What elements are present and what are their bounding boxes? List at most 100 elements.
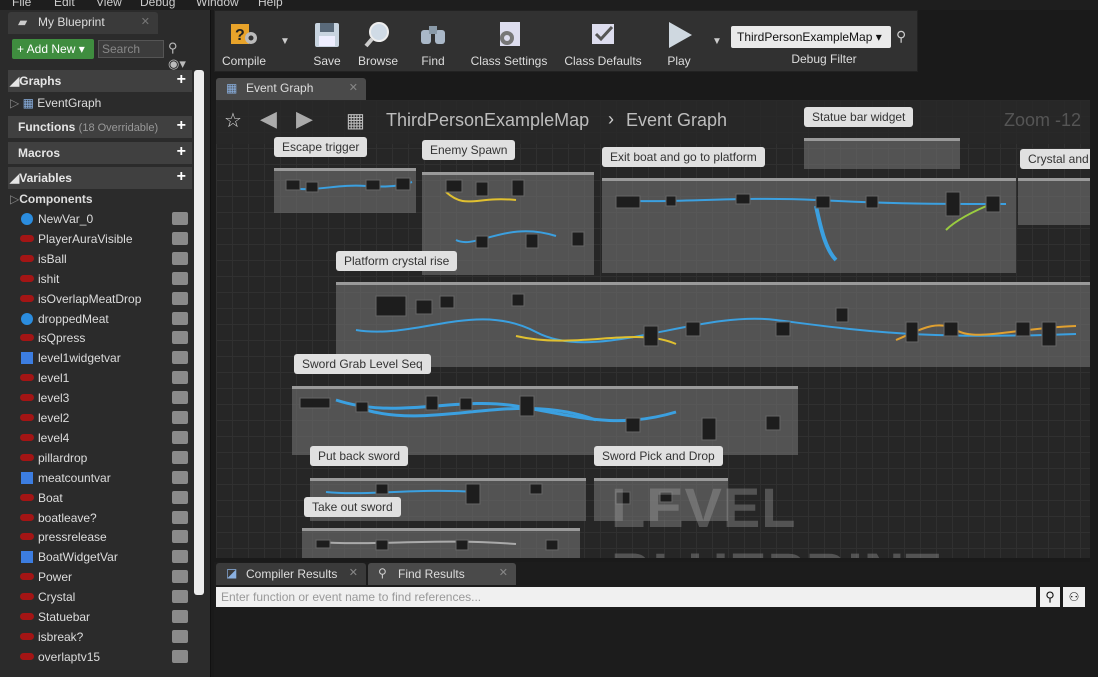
macros-section-header[interactable]: Macros +	[8, 142, 192, 164]
find-button[interactable]: Find	[412, 14, 454, 72]
visibility-eye-icon[interactable]	[172, 610, 188, 623]
visibility-eye-icon[interactable]	[172, 351, 188, 365]
class-defaults-button[interactable]: Class Defaults	[560, 14, 646, 72]
variable-item[interactable]: isBall	[18, 249, 190, 269]
close-icon[interactable]: ✕	[349, 566, 358, 579]
comment-escape-trigger[interactable]: Escape trigger	[274, 137, 368, 157]
comment-sword-pick-drop[interactable]: Sword Pick and Drop	[594, 446, 723, 466]
comment-sword-grab[interactable]: Sword Grab Level Seq	[294, 354, 431, 374]
find-references-input[interactable]: Enter function or event name to find ref…	[216, 587, 1036, 607]
visibility-eye-icon[interactable]	[172, 510, 188, 524]
view-options-icon[interactable]: ⚲ ◉▾	[168, 40, 198, 71]
comment-crystal[interactable]: Crystal and	[1020, 149, 1090, 169]
visibility-eye-icon[interactable]	[172, 411, 188, 424]
comment-put-back-sword[interactable]: Put back sword	[310, 446, 409, 466]
visibility-eye-icon[interactable]	[172, 212, 188, 225]
visibility-eye-icon[interactable]	[172, 450, 188, 464]
variable-item[interactable]: isQpress	[18, 328, 190, 348]
components-header[interactable]: ▷Components	[10, 192, 93, 206]
variable-item[interactable]: level3	[18, 388, 190, 408]
variable-item[interactable]: Crystal	[18, 587, 190, 607]
variable-item[interactable]: droppedMeat	[18, 309, 190, 329]
debug-search-icon[interactable]: ⚲	[896, 28, 906, 45]
debug-filter-dropdown[interactable]: ThirdPersonExampleMap ▾	[731, 26, 891, 48]
search-input[interactable]: Search	[98, 40, 164, 58]
variable-item[interactable]: PlayerAuraVisible	[18, 229, 190, 249]
comment-statue-bar[interactable]: Statue bar widget	[804, 107, 914, 127]
visibility-eye-icon[interactable]	[172, 530, 188, 544]
variable-item[interactable]: ishit	[18, 269, 190, 289]
my-blueprint-tab[interactable]: ▰ My Blueprint ✕	[8, 12, 158, 34]
visibility-eye-icon[interactable]	[172, 590, 188, 604]
compile-dropdown-icon[interactable]: ▼	[280, 36, 290, 47]
add-function-icon[interactable]: +	[177, 117, 186, 135]
visibility-eye-icon[interactable]	[172, 231, 188, 245]
menu-edit[interactable]: Edit	[54, 0, 75, 9]
play-dropdown-icon[interactable]: ▼	[712, 36, 722, 47]
comment-exit-boat[interactable]: Exit boat and go to platform	[602, 147, 765, 167]
visibility-eye-icon[interactable]	[172, 291, 188, 305]
graph-canvas[interactable]: ☆ ◀ ▶ ▦ ThirdPersonExampleMap › Event Gr…	[216, 100, 1090, 558]
add-graph-icon[interactable]: +	[177, 71, 186, 89]
add-variable-icon[interactable]: +	[177, 168, 186, 186]
variable-item[interactable]: level4	[18, 428, 190, 448]
eventgraph-item[interactable]: ▷ ▦ EventGraph	[10, 96, 101, 110]
variable-item[interactable]: Boat	[18, 488, 190, 508]
class-settings-button[interactable]: Class Settings	[466, 14, 552, 72]
add-new-button[interactable]: + Add New ▾	[12, 39, 94, 59]
search-icon[interactable]: ⚲	[1040, 587, 1060, 607]
visibility-eye-icon[interactable]	[172, 311, 188, 325]
menu-view[interactable]: View	[96, 0, 122, 9]
menu-help[interactable]: Help	[258, 0, 283, 9]
variable-item[interactable]: isOverlapMeatDrop	[18, 289, 190, 309]
close-icon[interactable]: ✕	[349, 81, 358, 94]
compile-button[interactable]: ? Compile	[218, 14, 270, 72]
visibility-eye-icon[interactable]	[172, 251, 188, 265]
tab-compiler-results[interactable]: ◪ Compiler Results ✕	[216, 563, 366, 585]
binoculars-icon[interactable]: ⚇	[1063, 587, 1085, 607]
variable-item[interactable]: meatcountvar	[18, 468, 190, 488]
variable-item[interactable]: overlaptv15	[18, 647, 190, 667]
visibility-eye-icon[interactable]	[172, 629, 188, 643]
browse-button[interactable]: Browse	[354, 14, 402, 72]
add-macro-icon[interactable]: +	[177, 143, 186, 161]
menu-debug[interactable]: Debug	[140, 0, 175, 9]
visibility-eye-icon[interactable]	[172, 490, 188, 504]
visibility-eye-icon[interactable]	[172, 550, 188, 564]
variable-item[interactable]: level1widgetvar	[18, 348, 190, 368]
variable-item[interactable]: Power	[18, 567, 190, 587]
visibility-eye-icon[interactable]	[172, 649, 188, 663]
variable-item[interactable]: level1	[18, 368, 190, 388]
visibility-eye-icon[interactable]	[172, 271, 188, 285]
close-icon[interactable]: ✕	[141, 15, 150, 28]
visibility-eye-icon[interactable]	[172, 331, 188, 345]
visibility-eye-icon[interactable]	[172, 570, 188, 584]
play-button[interactable]: Play	[656, 14, 702, 72]
menu-window[interactable]: Window	[196, 0, 239, 9]
variable-type-icon	[20, 533, 34, 541]
variable-item[interactable]: BoatWidgetVar	[18, 547, 190, 567]
tab-event-graph[interactable]: ▦ Event Graph ✕	[216, 78, 366, 100]
variable-item[interactable]: pressrelease	[18, 527, 190, 547]
variable-item[interactable]: boatleave?	[18, 508, 190, 528]
save-button[interactable]: Save	[306, 14, 348, 72]
variable-item[interactable]: level2	[18, 408, 190, 428]
visibility-eye-icon[interactable]	[172, 430, 188, 444]
menu-file[interactable]: File	[12, 0, 31, 9]
comment-platform-crystal-rise[interactable]: Platform crystal rise	[336, 251, 458, 271]
close-icon[interactable]: ✕	[499, 566, 508, 579]
variables-section-header[interactable]: ◢Variables +	[8, 167, 192, 189]
visibility-eye-icon[interactable]	[172, 371, 188, 385]
variable-item[interactable]: pillardrop	[18, 448, 190, 468]
visibility-eye-icon[interactable]	[172, 391, 188, 405]
functions-section-header[interactable]: Functions (18 Overridable) +	[8, 116, 192, 138]
visibility-eye-icon[interactable]	[172, 470, 188, 484]
panel-scrollbar[interactable]	[194, 70, 204, 595]
comment-take-out-sword[interactable]: Take out sword	[304, 497, 401, 517]
tab-find-results[interactable]: ⚲ Find Results ✕	[368, 563, 516, 585]
variable-item[interactable]: NewVar_0	[18, 209, 190, 229]
comment-enemy-spawn[interactable]: Enemy Spawn	[422, 140, 516, 160]
variable-item[interactable]: isbreak?	[18, 627, 190, 647]
variable-item[interactable]: Statuebar	[18, 607, 190, 627]
graphs-section-header[interactable]: ◢Graphs +	[8, 70, 192, 92]
